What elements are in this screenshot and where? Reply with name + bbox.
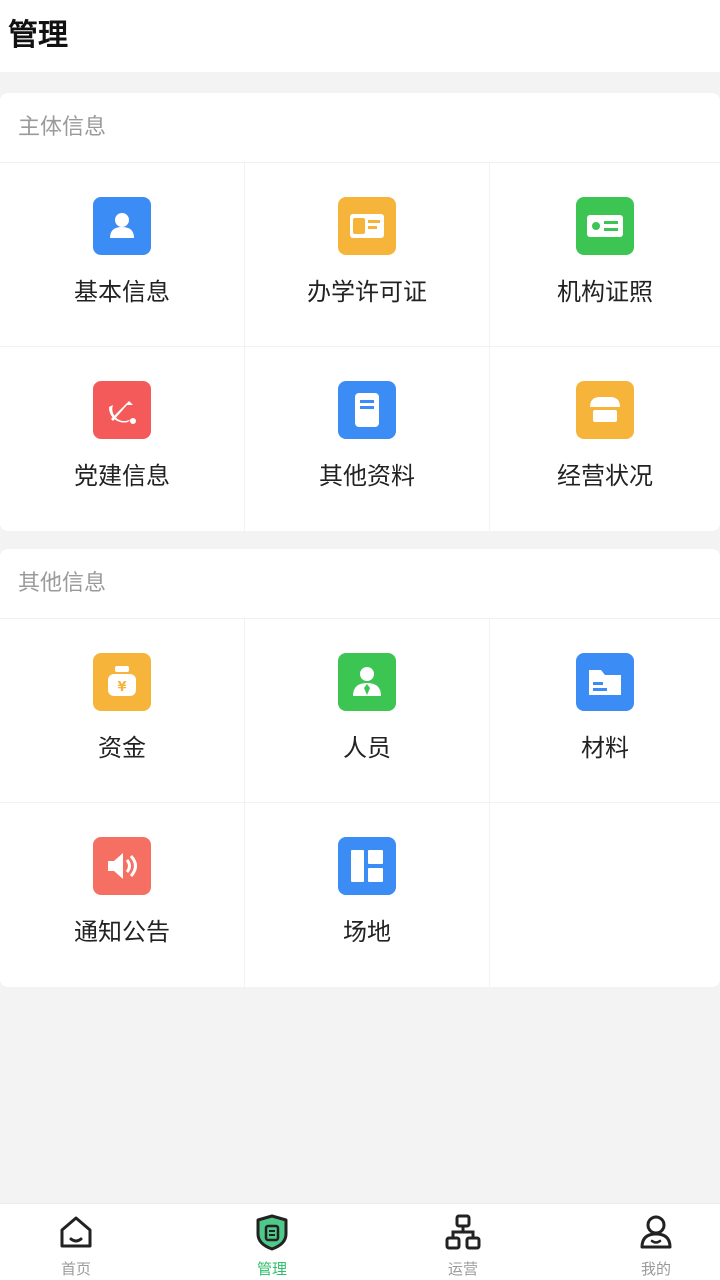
grid: 基本信息 办学许可证 机构证照 党建信息 其他资料 经营状况 <box>0 163 720 531</box>
license-icon <box>338 197 396 255</box>
grid-item-notice[interactable]: 通知公告 <box>0 803 245 987</box>
grid-item-label: 资金 <box>98 734 146 762</box>
shop-icon <box>576 381 634 439</box>
section-main-info: 主体信息 基本信息 办学许可证 机构证照 党建信息 其他资料 经营状况 <box>0 93 720 531</box>
grid-item-empty <box>490 803 720 987</box>
section-title: 主体信息 <box>0 93 720 163</box>
id-card-icon <box>576 197 634 255</box>
grid-item-label: 基本信息 <box>74 278 170 306</box>
home-icon <box>56 1212 96 1252</box>
grid-item-institution-license[interactable]: 机构证照 <box>490 163 720 347</box>
tab-manage[interactable]: 管理 <box>180 1204 360 1280</box>
grid-item-basic-info[interactable]: 基本信息 <box>0 163 245 347</box>
grid-item-funds[interactable]: ¥ 资金 <box>0 619 245 803</box>
staff-icon <box>338 653 396 711</box>
party-emblem-icon <box>93 381 151 439</box>
speaker-icon <box>93 837 151 895</box>
grid-item-staff[interactable]: 人员 <box>245 619 490 803</box>
grid-item-label: 机构证照 <box>557 278 653 306</box>
tab-label: 我的 <box>640 1260 671 1278</box>
org-chart-icon <box>443 1212 483 1252</box>
grid-item-label: 通知公告 <box>74 918 170 946</box>
layout-icon <box>338 837 396 895</box>
grid-item-label: 经营状况 <box>557 462 653 490</box>
document-icon <box>338 381 396 439</box>
grid-item-label: 场地 <box>343 918 391 946</box>
grid-item-venue[interactable]: 场地 <box>245 803 490 987</box>
tab-operations[interactable]: 运营 <box>360 1204 540 1280</box>
header: 管理 <box>0 0 720 72</box>
grid-item-business-status[interactable]: 经营状况 <box>490 347 720 531</box>
bottom-tab-bar: 首页 管理 运营 我的 <box>0 1203 720 1280</box>
folder-icon <box>576 653 634 711</box>
tab-mine[interactable]: 我的 <box>540 1204 720 1280</box>
grid-item-label: 材料 <box>581 734 629 762</box>
grid-item-label: 其他资料 <box>319 462 415 490</box>
money-bag-icon: ¥ <box>93 653 151 711</box>
section-other-info: 其他信息 ¥ 资金 人员 材料 通知公告 场地 <box>0 549 720 987</box>
grid-item-materials[interactable]: 材料 <box>490 619 720 803</box>
svg-text:¥: ¥ <box>117 680 126 695</box>
grid-item-school-license[interactable]: 办学许可证 <box>245 163 490 347</box>
section-title: 其他信息 <box>0 549 720 619</box>
grid: ¥ 资金 人员 材料 通知公告 场地 <box>0 619 720 987</box>
grid-item-label: 党建信息 <box>74 462 170 490</box>
tab-label: 运营 <box>447 1260 478 1278</box>
tab-label: 管理 <box>256 1260 287 1278</box>
grid-item-label: 人员 <box>343 734 391 762</box>
grid-item-other-docs[interactable]: 其他资料 <box>245 347 490 531</box>
tab-label: 首页 <box>60 1260 91 1278</box>
user-icon <box>636 1212 676 1252</box>
shield-doc-icon <box>252 1212 292 1252</box>
page-title: 管理 <box>8 18 68 53</box>
grid-item-party-info[interactable]: 党建信息 <box>0 347 245 531</box>
grid-item-label: 办学许可证 <box>307 278 427 306</box>
person-card-icon <box>93 197 151 255</box>
tab-home[interactable]: 首页 <box>0 1204 180 1280</box>
